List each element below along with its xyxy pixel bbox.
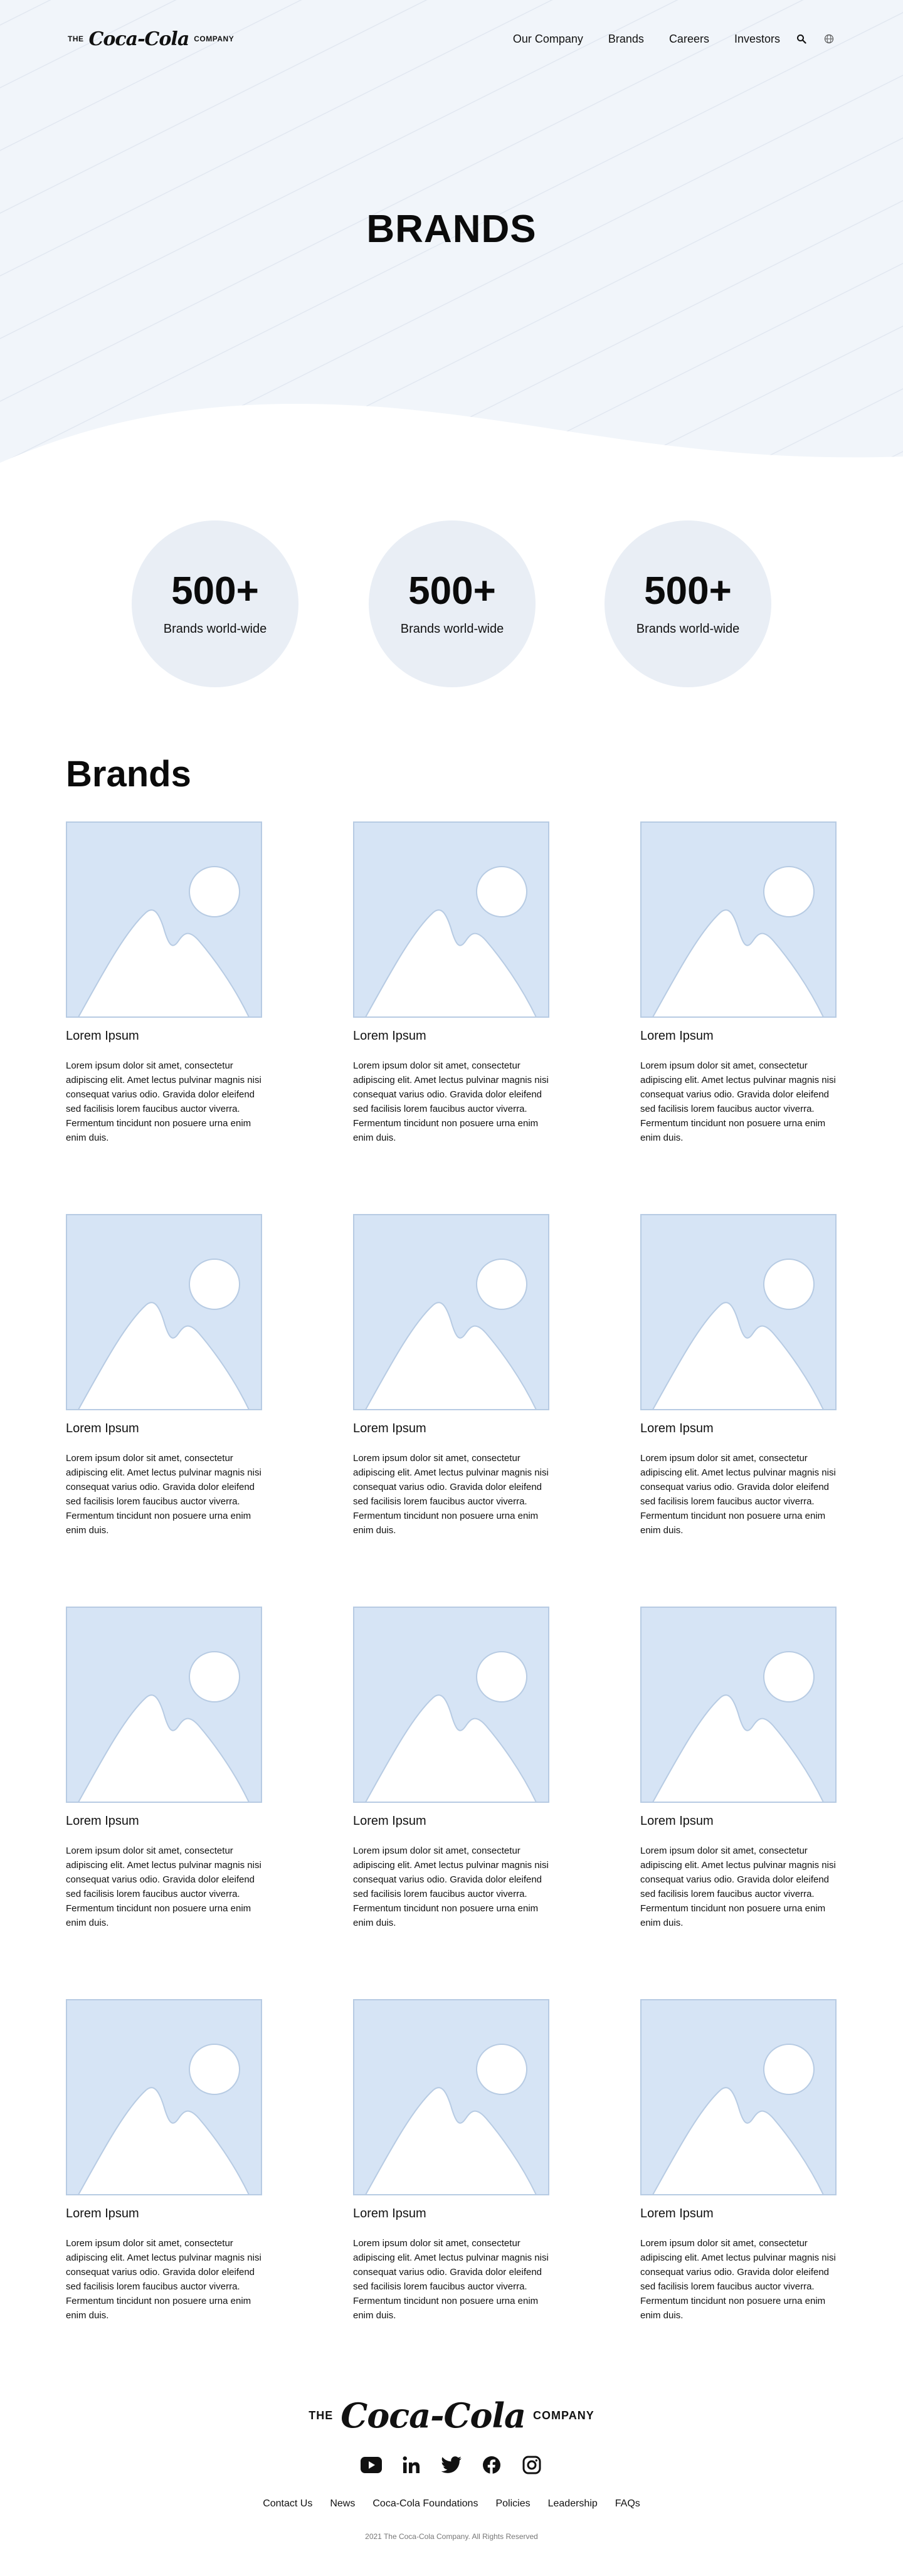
brand-card-description: Lorem ipsum dolor sit amet, consectetur … — [353, 1060, 549, 1143]
brand-card-description: Lorem ipsum dolor sit amet, consectetur … — [353, 1453, 549, 1536]
brand-card-description: Lorem ipsum dolor sit amet, consectetur … — [353, 1845, 549, 1928]
company-logo[interactable]: THE Coca-Cola COMPANY — [68, 28, 234, 50]
stat-circle: 500+ Brands world-wide — [605, 520, 771, 687]
brand-card-title: Lorem Ipsum — [353, 1814, 426, 1828]
brands-grid: Lorem Ipsum Lorem ipsum dolor sit amet, c… — [66, 821, 837, 2323]
nav-link-our-company[interactable]: Our Company — [513, 33, 583, 46]
brand-card[interactable]: Lorem Ipsum Lorem ipsum dolor sit amet, c… — [640, 1999, 837, 2323]
social-links — [0, 2453, 903, 2477]
stats-section: 500+ Brands world-wide 500+ Brands world… — [0, 477, 903, 746]
brand-card-title: Lorem Ipsum — [353, 1422, 426, 1435]
hero-wave-divider — [0, 403, 903, 477]
brand-card-description: Lorem ipsum dolor sit amet, consectetur … — [640, 1845, 836, 1928]
logo-prefix: THE — [309, 2409, 334, 2422]
facebook-icon[interactable] — [480, 2453, 504, 2477]
image-placeholder-icon — [353, 821, 549, 1018]
instagram-icon[interactable] — [520, 2453, 544, 2477]
stat-value: 500+ — [171, 569, 259, 613]
stat-circle: 500+ Brands world-wide — [132, 520, 298, 687]
brand-card-title: Lorem Ipsum — [66, 1422, 139, 1435]
brand-card[interactable]: Lorem Ipsum Lorem ipsum dolor sit amet, c… — [353, 1999, 549, 2323]
brand-card-title: Lorem Ipsum — [66, 1029, 139, 1043]
page-title: BRANDS — [366, 208, 537, 251]
footer-link-coca-cola-foundations[interactable]: Coca-Cola Foundations — [372, 2498, 478, 2510]
image-placeholder-icon — [66, 1214, 262, 1410]
brand-card-description: Lorem ipsum dolor sit amet, consectetur … — [66, 1453, 261, 1536]
nav-links: Our Company Brands Careers Investors — [513, 33, 835, 46]
copyright-text: 2021 The Coca-Cola Company. All Rights R… — [365, 2532, 538, 2541]
brand-card[interactable]: Lorem Ipsum Lorem ipsum dolor sit amet, c… — [66, 821, 262, 1145]
brand-card-description: Lorem ipsum dolor sit amet, consectetur … — [66, 1845, 261, 1928]
brand-card-title: Lorem Ipsum — [353, 2207, 426, 2220]
brand-card-title: Lorem Ipsum — [66, 1814, 139, 1828]
nav-link-brands[interactable]: Brands — [608, 33, 644, 46]
image-placeholder-icon — [640, 821, 837, 1018]
brand-card-description: Lorem ipsum dolor sit amet, consectetur … — [640, 1453, 836, 1536]
logo-script: Coca-Cola — [341, 2395, 526, 2436]
nav-link-investors[interactable]: Investors — [734, 33, 780, 46]
image-placeholder-icon — [66, 821, 262, 1018]
logo-suffix: COMPANY — [194, 34, 235, 43]
image-placeholder-icon — [353, 1607, 549, 1803]
stat-value: 500+ — [408, 569, 496, 613]
brand-card[interactable]: Lorem Ipsum Lorem ipsum dolor sit amet, c… — [66, 1214, 262, 1538]
footer-link-policies[interactable]: Policies — [495, 2498, 530, 2510]
brand-card[interactable]: Lorem Ipsum Lorem ipsum dolor sit amet, c… — [640, 821, 837, 1145]
logo-prefix: THE — [68, 34, 84, 43]
image-placeholder-icon — [353, 1214, 549, 1410]
stat-value: 500+ — [644, 569, 732, 613]
brands-heading: Brands — [66, 754, 191, 794]
image-placeholder-icon — [640, 1214, 837, 1410]
stat-label: Brands world-wide — [163, 621, 267, 636]
stat-label: Brands world-wide — [636, 621, 740, 636]
hero: THE Coca-Cola COMPANY Our Company Brands… — [0, 0, 903, 477]
footer-logo[interactable]: THE Coca-Cola COMPANY — [0, 2395, 903, 2436]
brand-card-title: Lorem Ipsum — [640, 1422, 714, 1435]
brand-card-description: Lorem ipsum dolor sit amet, consectetur … — [66, 2238, 261, 2321]
image-placeholder-icon — [353, 1999, 549, 2195]
brand-card[interactable]: Lorem Ipsum Lorem ipsum dolor sit amet, c… — [353, 1607, 549, 1930]
footer-link-faqs[interactable]: FAQs — [615, 2498, 640, 2510]
logo-suffix: COMPANY — [533, 2409, 594, 2422]
search-icon[interactable] — [795, 33, 808, 45]
linkedin-icon[interactable] — [399, 2453, 423, 2477]
brand-card-description: Lorem ipsum dolor sit amet, consectetur … — [66, 1060, 261, 1143]
brand-card-title: Lorem Ipsum — [353, 1029, 426, 1043]
brands-section: Brands Lorem Ipsum Lorem ipsum dolor sit … — [0, 756, 903, 2323]
brand-card-title: Lorem Ipsum — [640, 1814, 714, 1828]
footer-link-contact-us[interactable]: Contact Us — [263, 2498, 312, 2510]
brand-card[interactable]: Lorem Ipsum Lorem ipsum dolor sit amet, c… — [66, 1607, 262, 1930]
brand-card-description: Lorem ipsum dolor sit amet, consectetur … — [640, 2238, 836, 2321]
image-placeholder-icon — [640, 1999, 837, 2195]
logo-script: Coca-Cola — [88, 28, 190, 50]
brand-card-description: Lorem ipsum dolor sit amet, consectetur … — [353, 2238, 549, 2321]
brand-card[interactable]: Lorem Ipsum Lorem ipsum dolor sit amet, c… — [66, 1999, 262, 2323]
youtube-icon[interactable] — [359, 2453, 383, 2477]
brand-card-title: Lorem Ipsum — [66, 2207, 139, 2220]
brand-card[interactable]: Lorem Ipsum Lorem ipsum dolor sit amet, c… — [640, 1607, 837, 1930]
footer-link-news[interactable]: News — [330, 2498, 355, 2510]
image-placeholder-icon — [640, 1607, 837, 1803]
top-navigation: THE Coca-Cola COMPANY Our Company Brands… — [68, 28, 835, 50]
brand-card[interactable]: Lorem Ipsum Lorem ipsum dolor sit amet, c… — [640, 1214, 837, 1538]
twitter-icon[interactable] — [440, 2453, 463, 2477]
brand-card[interactable]: Lorem Ipsum Lorem ipsum dolor sit amet, c… — [353, 821, 549, 1145]
globe-icon[interactable] — [823, 33, 835, 45]
image-placeholder-icon — [66, 1999, 262, 2195]
brand-card-title: Lorem Ipsum — [640, 1029, 714, 1043]
brand-card-description: Lorem ipsum dolor sit amet, consectetur … — [640, 1060, 836, 1143]
stat-label: Brands world-wide — [400, 621, 504, 636]
footer-link-leadership[interactable]: Leadership — [548, 2498, 598, 2510]
nav-link-careers[interactable]: Careers — [669, 33, 709, 46]
image-placeholder-icon — [66, 1607, 262, 1803]
footer: THE Coca-Cola COMPANY Contact Us News Co… — [0, 2395, 903, 2576]
stat-circle: 500+ Brands world-wide — [369, 520, 536, 687]
brand-card-title: Lorem Ipsum — [640, 2207, 714, 2220]
footer-links: Contact Us News Coca-Cola Foundations Po… — [0, 2498, 903, 2510]
brand-card[interactable]: Lorem Ipsum Lorem ipsum dolor sit amet, c… — [353, 1214, 549, 1538]
